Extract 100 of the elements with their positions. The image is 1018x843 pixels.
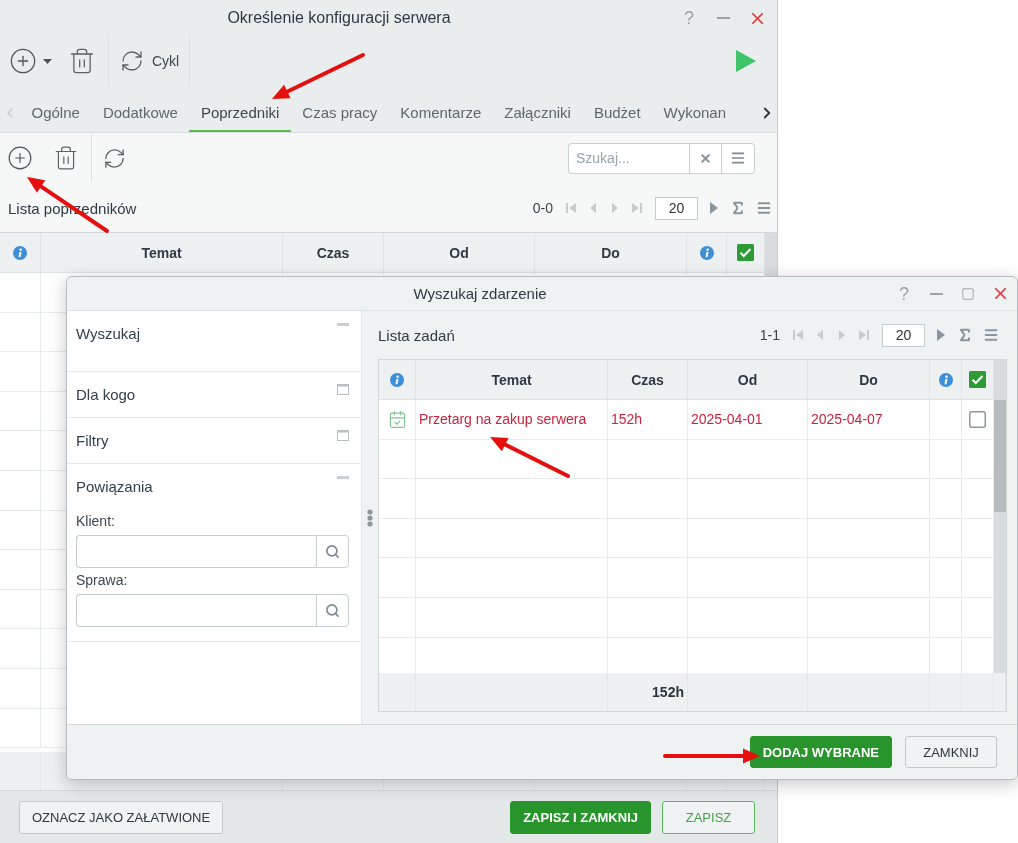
menu-button[interactable] [983, 327, 999, 343]
go-button[interactable] [708, 202, 720, 214]
column-header[interactable]: Od [688, 360, 808, 399]
menu-button[interactable] [722, 142, 755, 174]
first-page-button[interactable] [792, 329, 804, 341]
sigma-icon [957, 327, 973, 343]
info-icon [938, 372, 953, 387]
minimize-icon [716, 17, 730, 19]
scrollbar-track[interactable] [994, 360, 1006, 673]
field-label: Sprawa: [76, 571, 128, 589]
menu-icon [730, 150, 746, 166]
column-header[interactable]: Czas [283, 233, 384, 272]
tab[interactable]: Ogólne [20, 93, 92, 132]
menu-button[interactable] [756, 200, 772, 216]
table-cell-text: 152h [610, 411, 644, 428]
run-button[interactable] [736, 50, 756, 72]
info-icon [390, 372, 404, 387]
tab[interactable]: Budżet [582, 93, 653, 132]
info-icon [13, 245, 27, 260]
table-cell-text: Przetarg na zakup serwera [418, 411, 588, 428]
sigma-icon [730, 200, 746, 216]
column-header[interactable]: Temat [416, 360, 608, 399]
page-size-field[interactable]: 20 [655, 196, 698, 220]
sum-button[interactable] [957, 327, 973, 343]
first-page-button[interactable] [565, 202, 577, 214]
menu-icon [756, 200, 772, 216]
delete-button[interactable] [68, 47, 96, 75]
select-all-checkbox[interactable] [737, 244, 754, 261]
search-button[interactable] [316, 535, 349, 568]
play-icon [708, 202, 720, 214]
page-size-field[interactable]: 20 [882, 323, 925, 347]
expand-button[interactable] [337, 384, 349, 395]
last-page-button[interactable] [631, 202, 643, 214]
select-all-checkbox[interactable] [969, 371, 986, 388]
section-title: Dla kogo [76, 385, 136, 405]
refresh-button[interactable] [103, 146, 126, 170]
column-header[interactable]: Od [384, 233, 535, 272]
page-range: 1-1 [759, 327, 780, 343]
info-icon [699, 245, 714, 260]
column-header[interactable]: Do [808, 360, 930, 399]
expand-button[interactable] [337, 430, 349, 441]
column-header[interactable]: Do [535, 233, 687, 272]
primary-button[interactable]: ZAPISZ I ZAMKNIJ [510, 800, 651, 834]
last-page-button[interactable] [858, 329, 870, 341]
input-field[interactable] [76, 535, 316, 568]
total-cell-text: 152h [652, 684, 685, 700]
page-range: 0-0 [532, 200, 553, 216]
caret-icon [43, 58, 52, 64]
search-field[interactable]: Szukaj... [568, 142, 689, 174]
section-title: Wyszukaj [76, 324, 141, 344]
delete-button[interactable] [53, 145, 79, 171]
scrollbar-thumb[interactable] [994, 400, 1006, 512]
dialog-title: Wyszukaj zdarzenie [413, 285, 547, 302]
window-icon [337, 430, 349, 441]
row-checkbox[interactable] [969, 410, 986, 428]
plus-circle-icon [9, 47, 37, 75]
tab[interactable]: Dodatkowe [91, 93, 190, 132]
window-icon [337, 384, 349, 395]
first-icon [792, 329, 804, 341]
refresh-icon [120, 49, 144, 73]
cycle-button[interactable]: Cykl [120, 49, 180, 73]
field-label: Klient: [76, 512, 115, 530]
first-icon [565, 202, 577, 214]
column-header[interactable]: Czas [608, 360, 688, 399]
input-field[interactable] [76, 594, 316, 627]
search-icon [325, 603, 340, 618]
clear-button[interactable] [689, 142, 722, 174]
last-icon [631, 202, 643, 214]
minimize-icon [929, 292, 943, 295]
tab[interactable]: Komentarze [388, 93, 493, 132]
column-header[interactable]: Temat [41, 233, 283, 272]
last-icon [858, 329, 870, 341]
go-button[interactable] [935, 329, 947, 341]
play-icon [935, 329, 947, 341]
splitter-handle-icon[interactable] [367, 508, 373, 527]
trash-icon [53, 145, 79, 171]
trash-icon [68, 47, 96, 75]
secondary-button[interactable]: OZNACZ JAKO ZAŁATWIONE [19, 800, 224, 834]
window-title: Określenie konfiguracji serwera [227, 9, 451, 27]
search-icon [325, 544, 340, 559]
list-title: Lista zadań [378, 326, 455, 344]
primary-button[interactable]: DODAJ WYBRANE [749, 736, 892, 768]
tab[interactable]: Załączniki [492, 93, 583, 132]
section-title: Powiązania [76, 477, 153, 497]
calendar-icon [387, 409, 407, 429]
search-button[interactable] [316, 594, 349, 627]
maximize-icon [961, 286, 975, 301]
add-button[interactable] [7, 145, 33, 171]
play-icon [736, 50, 756, 72]
tab[interactable]: Czas pracy [290, 93, 389, 132]
refresh-icon [103, 146, 126, 170]
table-cell-text: 2025-04-07 [810, 411, 884, 428]
secondary-button[interactable]: ZAMKNIJ [905, 736, 997, 768]
minus-icon [337, 476, 349, 479]
tab[interactable]: Wykonan [652, 93, 738, 132]
clear-icon [699, 151, 712, 165]
section-title: Filtry [76, 431, 109, 451]
menu-icon [983, 327, 999, 343]
table-cell-text: 2025-04-01 [690, 411, 764, 428]
sum-button[interactable] [730, 200, 746, 216]
